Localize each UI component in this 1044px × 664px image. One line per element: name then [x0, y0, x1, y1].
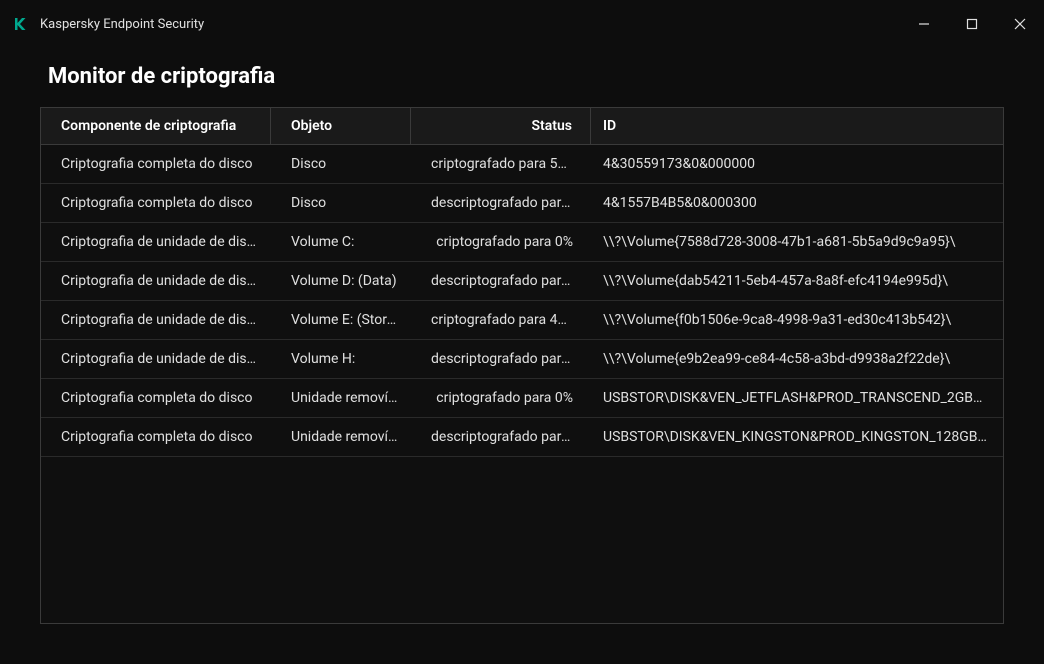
maximize-button[interactable] — [960, 12, 984, 36]
minimize-button[interactable] — [912, 12, 936, 36]
table-row[interactable]: Criptografia de unidade de disc...Volume… — [41, 223, 1003, 262]
table-header: Componente de criptografia Objeto Status… — [41, 108, 1003, 145]
main-window: Kaspersky Endpoint Security Monitor de c… — [0, 0, 1044, 664]
cell-status: descriptografado para 21... — [411, 262, 591, 300]
app-title: Kaspersky Endpoint Security — [40, 17, 204, 32]
header-id[interactable]: ID — [591, 108, 1003, 144]
table-row[interactable]: Criptografia completa do discoUnidade re… — [41, 418, 1003, 457]
cell-id: \\?\Volume{7588d728-3008-47b1-a681-5b5a9… — [591, 223, 1003, 261]
cell-component: Criptografia de unidade de disc... — [41, 262, 271, 300]
cell-status: criptografado para 47% — [411, 301, 591, 339]
table-row[interactable]: Criptografia completa do discoUnidade re… — [41, 379, 1003, 418]
header-object[interactable]: Objeto — [271, 108, 411, 144]
cell-status: descriptografado para 1... — [411, 340, 591, 378]
cell-id: \\?\Volume{e9b2ea99-ce84-4c58-a3bd-d9938… — [591, 340, 1003, 378]
cell-object: Disco — [271, 184, 411, 222]
cell-id: 4&30559173&0&000000 — [591, 145, 1003, 183]
cell-id: \\?\Volume{dab54211-5eb4-457a-8a8f-efc41… — [591, 262, 1003, 300]
cell-id: 4&1557B4B5&0&000300 — [591, 184, 1003, 222]
cell-component: Criptografia de unidade de disc... — [41, 301, 271, 339]
table-body: Criptografia completa do discoDiscocript… — [41, 145, 1003, 623]
titlebar-left: Kaspersky Endpoint Security — [12, 15, 204, 33]
cell-status: descriptografado para 1... — [411, 418, 591, 456]
encryption-table: Componente de criptografia Objeto Status… — [40, 107, 1004, 624]
cell-id: USBSTOR\DISK&VEN_KINGSTON&PROD_KINGSTON_… — [591, 418, 1003, 456]
cell-object: Volume D: (Data) — [271, 262, 411, 300]
cell-component: Criptografia de unidade de disc... — [41, 340, 271, 378]
page-title: Monitor de criptografia — [0, 48, 1044, 107]
kaspersky-logo-icon — [12, 15, 30, 33]
cell-component: Criptografia de unidade de disc... — [41, 223, 271, 261]
cell-object: Unidade removível — [271, 379, 411, 417]
cell-object: Volume H: — [271, 340, 411, 378]
cell-component: Criptografia completa do disco — [41, 145, 271, 183]
table-row[interactable]: Criptografia de unidade de disc...Volume… — [41, 340, 1003, 379]
table-row[interactable]: Criptografia completa do discoDiscocript… — [41, 145, 1003, 184]
table-row[interactable]: Criptografia completa do discoDiscodescr… — [41, 184, 1003, 223]
cell-object: Volume E: (Storage) — [271, 301, 411, 339]
cell-object: Disco — [271, 145, 411, 183]
header-component[interactable]: Componente de criptografia — [41, 108, 271, 144]
cell-status: criptografado para 53% — [411, 145, 591, 183]
cell-component: Criptografia completa do disco — [41, 379, 271, 417]
table-row[interactable]: Criptografia de unidade de disc...Volume… — [41, 301, 1003, 340]
window-controls — [912, 12, 1032, 36]
cell-status: criptografado para 0% — [411, 223, 591, 261]
cell-component: Criptografia completa do disco — [41, 418, 271, 456]
cell-status: criptografado para 0% — [411, 379, 591, 417]
cell-id: USBSTOR\DISK&VEN_JETFLASH&PROD_TRANSCEND… — [591, 379, 1003, 417]
cell-status: descriptografado para 9... — [411, 184, 591, 222]
close-button[interactable] — [1008, 12, 1032, 36]
cell-object: Volume C: — [271, 223, 411, 261]
table-row[interactable]: Criptografia de unidade de disc...Volume… — [41, 262, 1003, 301]
header-status[interactable]: Status — [411, 108, 591, 144]
cell-object: Unidade removível — [271, 418, 411, 456]
cell-component: Criptografia completa do disco — [41, 184, 271, 222]
cell-id: \\?\Volume{f0b1506e-9ca8-4998-9a31-ed30c… — [591, 301, 1003, 339]
titlebar: Kaspersky Endpoint Security — [0, 0, 1044, 48]
